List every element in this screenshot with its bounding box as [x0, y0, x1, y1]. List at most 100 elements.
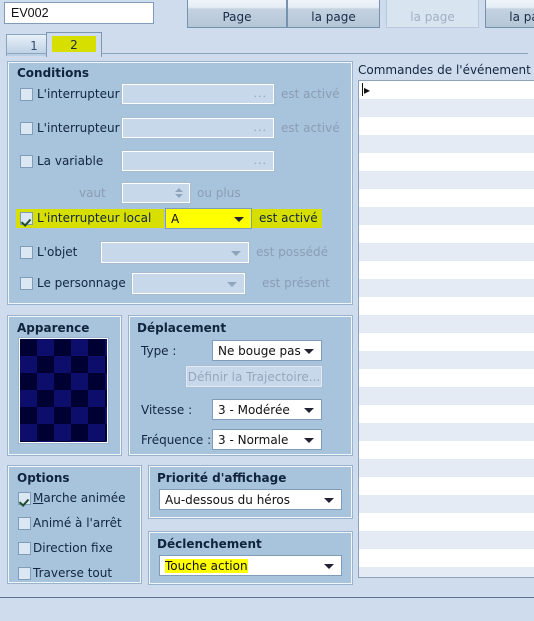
delete-page-button[interactable]: Supprimer la page: [485, 0, 534, 28]
option-walk-anim-rest: arche animée: [43, 491, 126, 505]
event-commands-list[interactable]: ▸: [358, 80, 534, 578]
condition-local-switch-checkbox[interactable]: [20, 212, 33, 225]
event-command-row[interactable]: [359, 171, 534, 189]
condition-variable-compare-suffix: ou plus: [197, 186, 241, 200]
bottom-divider: [0, 597, 534, 598]
event-command-row[interactable]: [359, 315, 534, 333]
condition-item-checkbox[interactable]: [20, 246, 33, 259]
event-command-row[interactable]: [359, 441, 534, 459]
tab-page-1-label: 1: [30, 38, 38, 53]
tab-selected-mask: [47, 52, 101, 55]
condition-item-select[interactable]: [100, 241, 250, 264]
priority-select[interactable]: Au-dessous du héros: [159, 489, 342, 510]
condition-item-suffix: est possédé: [256, 245, 328, 259]
chevron-down-icon[interactable]: [231, 250, 241, 256]
chevron-down-icon[interactable]: [304, 437, 314, 443]
event-command-row[interactable]: [359, 369, 534, 387]
option-fixed-direction-checkbox[interactable]: [18, 542, 31, 555]
event-name-input[interactable]: [4, 2, 154, 24]
appearance-title: Apparence: [17, 321, 90, 335]
event-command-row[interactable]: [359, 117, 534, 135]
event-command-row[interactable]: [359, 153, 534, 171]
condition-switch1-browse-icon[interactable]: ...: [254, 88, 268, 99]
condition-local-switch-label: L'interrupteur local: [37, 211, 152, 225]
trigger-title: Déclenchement: [157, 537, 262, 551]
stepper-up-icon[interactable]: [175, 188, 183, 192]
movement-frequency-label: Fréquence :: [141, 433, 212, 447]
event-command-row[interactable]: [359, 495, 534, 513]
chevron-down-icon[interactable]: [304, 348, 314, 354]
define-route-label: Définir la Trajectoire...: [187, 369, 321, 384]
chevron-down-icon[interactable]: [234, 216, 244, 222]
chevron-down-icon[interactable]: [324, 497, 334, 503]
condition-switch1-checkbox[interactable]: [20, 88, 33, 101]
stepper-down-icon[interactable]: [175, 194, 183, 198]
trigger-select[interactable]: Touche action: [159, 555, 342, 576]
condition-variable-field[interactable]: ...: [121, 150, 275, 172]
condition-switch2-checkbox[interactable]: [20, 122, 33, 135]
option-idle-anim-checkbox[interactable]: [18, 517, 31, 530]
text-caret: [362, 83, 363, 96]
condition-variable-value-stepper[interactable]: [121, 182, 191, 204]
condition-switch2-suffix: est activé: [281, 121, 340, 135]
event-command-row[interactable]: [359, 477, 534, 495]
event-command-row[interactable]: [359, 513, 534, 531]
option-fixed-direction-label: Direction fixe: [33, 541, 113, 555]
event-command-row[interactable]: [359, 99, 534, 117]
condition-variable-browse-icon[interactable]: ...: [254, 155, 268, 166]
movement-type-label: Type :: [141, 344, 177, 358]
delete-page-label-2: la page: [509, 10, 534, 24]
define-route-button[interactable]: Définir la Trajectoire...: [185, 365, 323, 388]
event-command-row[interactable]: [359, 387, 534, 405]
option-walk-anim-label: Marche animée: [33, 491, 126, 505]
event-command-row[interactable]: [359, 279, 534, 297]
condition-switch1-field[interactable]: ...: [121, 83, 275, 105]
event-command-row[interactable]: [359, 135, 534, 153]
event-command-row[interactable]: [359, 405, 534, 423]
condition-local-switch-select[interactable]: A: [165, 208, 252, 229]
condition-switch2-browse-icon[interactable]: ...: [254, 122, 268, 133]
event-command-row[interactable]: [359, 549, 534, 567]
appearance-sprite-preview[interactable]: [18, 337, 109, 444]
event-command-row[interactable]: [359, 567, 534, 577]
event-command-row[interactable]: [359, 207, 534, 225]
condition-variable-checkbox[interactable]: [20, 155, 33, 168]
option-through-checkbox[interactable]: [18, 567, 31, 580]
movement-title: Déplacement: [137, 321, 227, 335]
movement-type-value: Ne bouge pas: [218, 343, 301, 358]
event-command-row-first[interactable]: ▸: [359, 81, 534, 99]
movement-type-select[interactable]: Ne bouge pas: [212, 340, 322, 361]
event-command-row[interactable]: [359, 243, 534, 261]
condition-actor-checkbox[interactable]: [20, 277, 33, 290]
condition-actor-select[interactable]: [131, 272, 246, 295]
priority-title: Priorité d'affichage: [157, 471, 287, 485]
paste-page-button[interactable]: Coller la page: [386, 0, 479, 28]
chevron-down-icon[interactable]: [227, 281, 237, 287]
movement-speed-label: Vitesse :: [141, 403, 193, 417]
option-idle-anim-label: Animé à l'arrêt: [33, 516, 122, 530]
event-command-row[interactable]: [359, 531, 534, 549]
trigger-value: Touche action: [165, 558, 248, 573]
copy-page-button[interactable]: Copier la page: [287, 0, 380, 28]
event-command-row[interactable]: [359, 423, 534, 441]
event-command-row[interactable]: [359, 297, 534, 315]
condition-switch2-field[interactable]: ...: [121, 117, 275, 139]
event-command-row[interactable]: [359, 351, 534, 369]
new-page-label-2: Page: [222, 10, 252, 24]
new-page-button[interactable]: Nouvelle Page: [187, 0, 287, 28]
event-command-row[interactable]: [359, 459, 534, 477]
option-walk-anim-checkbox[interactable]: [18, 492, 31, 505]
movement-speed-value: 3 - Modérée: [218, 402, 290, 417]
event-command-row-first-text: ▸: [364, 83, 371, 97]
chevron-down-icon[interactable]: [304, 407, 314, 413]
movement-frequency-select[interactable]: 3 - Normale: [212, 429, 322, 450]
condition-local-switch-value: A: [171, 211, 180, 226]
condition-variable-compare-prefix: vaut: [79, 186, 106, 200]
condition-switch1-label: L'interrupteur: [37, 87, 120, 101]
event-command-row[interactable]: [359, 261, 534, 279]
chevron-down-icon[interactable]: [324, 563, 334, 569]
event-command-row[interactable]: [359, 189, 534, 207]
event-command-row[interactable]: [359, 333, 534, 351]
movement-speed-select[interactable]: 3 - Modérée: [212, 399, 322, 420]
event-command-row[interactable]: [359, 225, 534, 243]
